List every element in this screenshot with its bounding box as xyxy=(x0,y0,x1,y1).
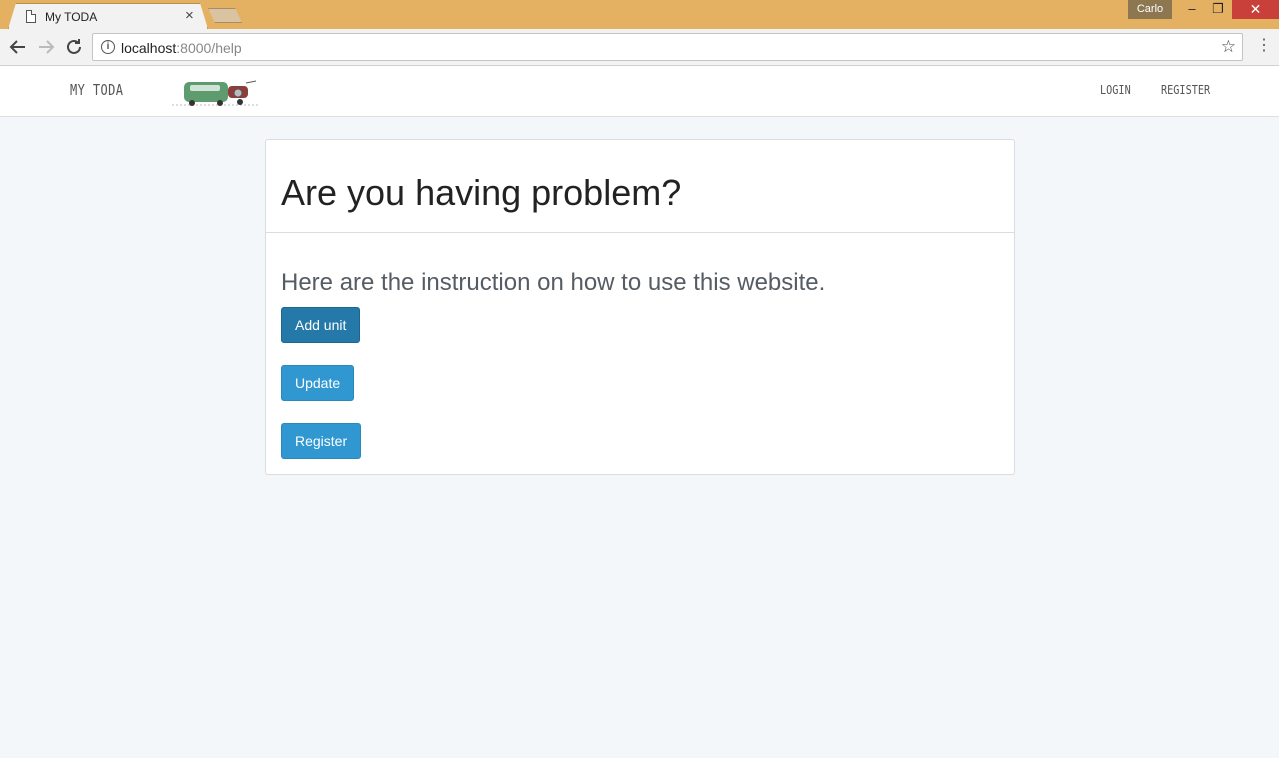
bookmark-star-icon[interactable]: ☆ xyxy=(1221,37,1236,57)
new-tab-button[interactable] xyxy=(208,8,242,23)
url-text: localhost:8000/help xyxy=(121,40,242,56)
back-arrow-icon[interactable] xyxy=(6,35,30,59)
url-host: localhost xyxy=(121,40,177,56)
minimize-icon[interactable]: – xyxy=(1178,0,1206,19)
window-close-icon[interactable]: ✕ xyxy=(1232,0,1279,19)
nav-login-link[interactable]: LOGIN xyxy=(1100,83,1131,97)
url-path: :8000/help xyxy=(176,40,242,56)
tab-title: My TODA xyxy=(45,10,98,24)
browser-toolbar: i localhost:8000/help ☆ ⋮ xyxy=(0,29,1279,66)
brand-name[interactable]: MY TODA xyxy=(70,81,123,99)
panel-heading: Are you having problem? xyxy=(266,140,1014,233)
forward-arrow-icon[interactable] xyxy=(34,35,58,59)
document-icon xyxy=(26,10,36,23)
reload-icon[interactable] xyxy=(62,35,86,59)
instruction-text: Here are the instruction on how to use t… xyxy=(281,269,826,296)
browser-menu-icon[interactable]: ⋮ xyxy=(1256,37,1272,57)
update-button[interactable]: Update xyxy=(281,365,355,401)
help-panel: Are you having problem? Here are the ins… xyxy=(265,139,1015,475)
browser-titlebar: My TODA × Carlo – ❐ ✕ xyxy=(0,0,1279,29)
nav-register-link[interactable]: REGISTER xyxy=(1161,83,1210,97)
browser-tab[interactable]: My TODA × xyxy=(8,3,208,29)
site-navbar: MY TODA LOGIN REGISTER xyxy=(0,66,1279,117)
toda-logo-image xyxy=(172,80,258,106)
tab-close-icon[interactable]: × xyxy=(185,7,194,24)
page-title: Are you having problem? xyxy=(281,172,682,213)
address-bar[interactable]: i localhost:8000/help ☆ xyxy=(92,33,1243,61)
add-unit-button[interactable]: Add unit xyxy=(281,307,361,343)
register-button[interactable]: Register xyxy=(281,423,362,459)
profile-badge[interactable]: Carlo xyxy=(1128,0,1172,19)
info-icon[interactable]: i xyxy=(101,40,115,54)
restore-icon[interactable]: ❐ xyxy=(1204,0,1232,19)
